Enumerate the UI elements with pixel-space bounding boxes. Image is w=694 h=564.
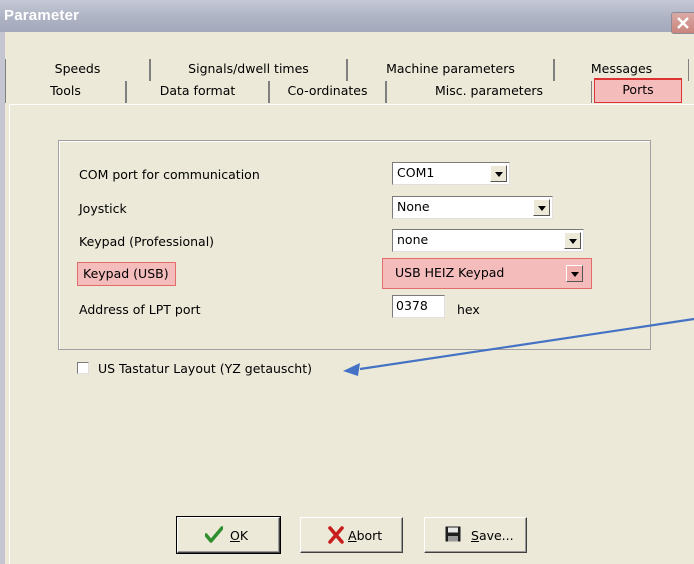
save-button-label: Save... xyxy=(471,528,514,543)
abort-rest: bort xyxy=(356,528,383,543)
check-icon xyxy=(205,526,223,543)
abort-button[interactable]: Abort xyxy=(300,517,403,553)
parameter-dialog: Parameter Speeds Signals/dwell times Mac… xyxy=(0,0,694,564)
ok-rest: K xyxy=(239,528,249,543)
ok-button[interactable]: OK xyxy=(176,516,281,554)
save-rest: ave... xyxy=(478,528,514,543)
save-accel: S xyxy=(471,528,479,543)
abort-accel: A xyxy=(348,528,357,543)
floppy-disk-icon xyxy=(445,526,461,542)
ok-button-label: OK xyxy=(230,528,248,543)
annotation-arrow xyxy=(343,317,694,376)
ok-accel: O xyxy=(230,528,240,543)
x-icon xyxy=(328,526,344,544)
save-button[interactable]: Save... xyxy=(424,517,527,553)
abort-button-label: Abort xyxy=(348,528,382,543)
